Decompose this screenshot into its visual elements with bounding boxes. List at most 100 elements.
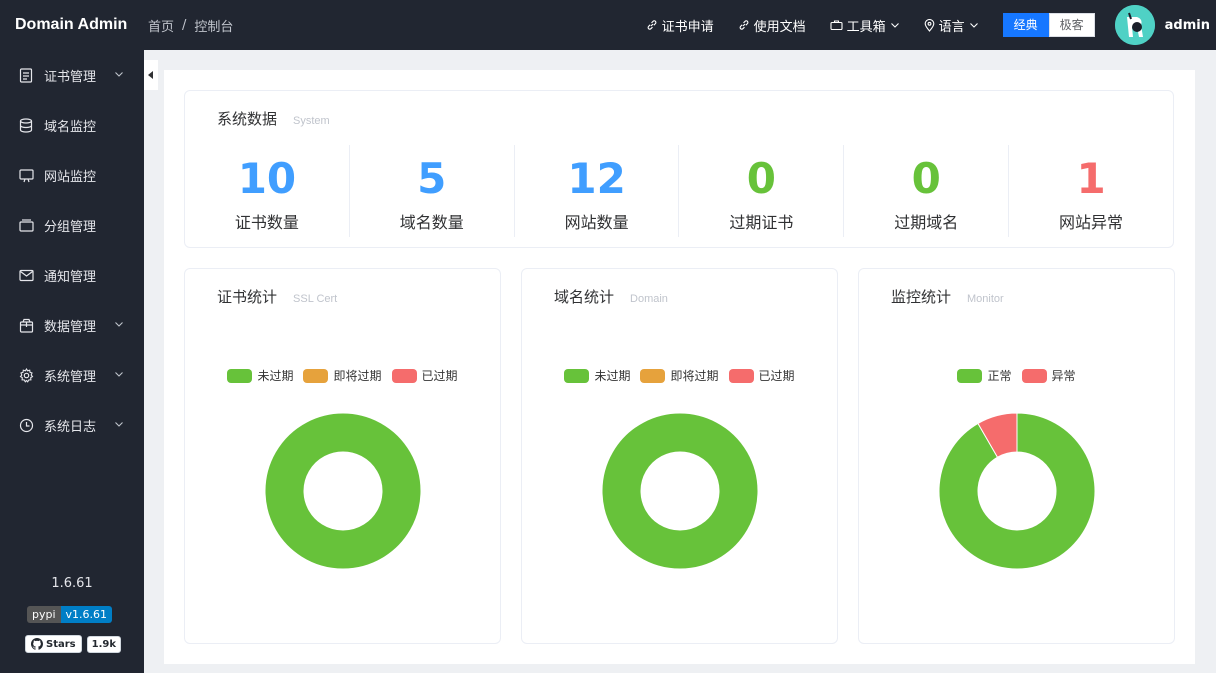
monitor-icon <box>18 167 34 183</box>
stat-label: 证书数量 <box>234 213 299 232</box>
document-icon <box>18 67 34 83</box>
sidebar-item-label: 通知管理 <box>44 269 97 285</box>
legend-item[interactable]: 异常 <box>1021 367 1076 384</box>
github-stars-badge[interactable]: Stars 1.9k <box>25 635 121 653</box>
legend-item[interactable]: 即将过期 <box>640 367 719 384</box>
pypi-badge-label: pypi <box>27 606 61 623</box>
legend-item[interactable]: 未过期 <box>564 367 630 384</box>
legend-label: 异常 <box>1051 369 1076 383</box>
legend-swatch <box>227 368 253 383</box>
domain-donut-chart <box>601 412 758 570</box>
stat-label: 网站异常 <box>1059 213 1124 232</box>
link-icon <box>647 20 656 30</box>
mail-icon <box>18 267 34 283</box>
sidebar: 证书管理 域名监控 网站监控 分组管理 通知管理 数据管理 系统管理 系统日志 … <box>0 50 144 673</box>
pypi-badge-version: v1.6.61 <box>60 606 113 623</box>
donut-slice-未过期[interactable] <box>264 412 421 570</box>
nav-toolbox[interactable]: 工具箱 <box>830 16 900 35</box>
sidebar-item-notify[interactable]: 通知管理 <box>0 250 144 300</box>
chart-legend: 正常 异常 <box>859 367 1174 384</box>
stat-value: 12 <box>567 154 626 203</box>
legend-label: 正常 <box>987 369 1012 383</box>
sidebar-item-system[interactable]: 系统管理 <box>0 350 144 400</box>
sidebar-item-label: 系统日志 <box>44 419 97 435</box>
clock-icon <box>18 417 34 433</box>
nav-cert-apply[interactable]: 证书申请 <box>646 16 714 35</box>
username[interactable]: admin <box>1165 18 1210 33</box>
breadcrumb: 首页 / 控制台 <box>148 16 233 35</box>
legend-item[interactable]: 即将过期 <box>303 367 382 384</box>
breadcrumb-current: 控制台 <box>194 19 234 35</box>
app-version: 1.6.61 <box>51 576 93 591</box>
theme-geek-button[interactable]: 极客 <box>1048 13 1095 37</box>
stat-label: 过期域名 <box>894 213 959 232</box>
stat-label: 过期证书 <box>729 213 794 232</box>
nav-label: 证书申请 <box>661 19 714 35</box>
sidebar-item-site-monitor[interactable]: 网站监控 <box>0 150 144 200</box>
stat-value: 0 <box>911 154 941 203</box>
card-header: 监控统计 Monitor <box>891 286 1004 307</box>
chevron-down-icon <box>890 23 899 28</box>
nav-label: 使用文档 <box>753 19 806 35</box>
avatar[interactable] <box>1114 5 1155 45</box>
breadcrumb-separator: / <box>182 17 187 33</box>
sidebar-item-domain-monitor[interactable]: 域名监控 <box>0 100 144 150</box>
stat-label: 网站数量 <box>564 213 629 232</box>
donut-slice-未过期[interactable] <box>601 412 758 570</box>
avatar-image-icon <box>1114 5 1155 45</box>
stats-row: 10 证书数量 5 域名数量 12 网站数量 0 过期证书 0 过期域名 1 网站异常 <box>185 145 1173 237</box>
sidebar-item-label: 系统管理 <box>44 369 97 385</box>
stat-label: 域名数量 <box>399 213 464 232</box>
header-right: 证书申请 使用文档 工具箱 语言 经典 极客 admin <box>646 0 1216 50</box>
stat-item: 12 网站数量 <box>515 145 680 237</box>
sidebar-item-data[interactable]: 数据管理 <box>0 300 144 350</box>
stat-item: 0 过期域名 <box>844 145 1010 237</box>
chevron-down-icon <box>969 23 978 28</box>
sidebar-item-logs[interactable]: 系统日志 <box>0 400 144 450</box>
card-header: 系统数据 System <box>217 108 330 129</box>
sidebar-item-group[interactable]: 分组管理 <box>0 200 144 250</box>
chevron-down-icon <box>115 372 123 377</box>
sidebar-item-cert[interactable]: 证书管理 <box>0 50 144 100</box>
theme-classic-button[interactable]: 经典 <box>1002 13 1049 37</box>
sidebar-item-label: 证书管理 <box>44 69 97 85</box>
stat-item: 0 过期证书 <box>679 145 845 237</box>
nav-language[interactable]: 语言 <box>924 16 979 35</box>
card-subtitle: SSL Cert <box>293 293 338 305</box>
stat-value: 10 <box>237 154 297 203</box>
legend-swatch <box>564 368 590 383</box>
legend-swatch <box>640 368 666 383</box>
legend-item[interactable]: 未过期 <box>227 367 293 384</box>
ssl-stats-card: 证书统计 SSL Cert 未过期 即将过期 已过期 <box>184 268 501 644</box>
stat-value: 0 <box>746 154 777 203</box>
github-star-button[interactable]: Stars <box>25 635 82 653</box>
stat-item: 1 网站异常 <box>1009 145 1173 237</box>
card-header: 证书统计 SSL Cert <box>217 286 337 307</box>
sidebar-item-label: 分组管理 <box>44 219 97 235</box>
legend-item[interactable]: 已过期 <box>391 367 458 384</box>
legend-swatch <box>303 368 329 383</box>
legend-label: 已过期 <box>758 369 795 383</box>
chevron-down-icon <box>115 322 123 327</box>
card-title: 系统数据 <box>217 110 278 128</box>
legend-swatch <box>957 368 983 383</box>
card-header: 域名统计 Domain <box>554 286 668 307</box>
stat-value: 1 <box>1076 154 1106 203</box>
breadcrumb-home[interactable]: 首页 <box>148 16 174 35</box>
app-logo[interactable]: Domain Admin <box>0 16 144 34</box>
sidebar-collapse-button[interactable] <box>144 60 158 90</box>
system-data-card: 系统数据 System 10 证书数量 5 域名数量 12 网站数量 0 过期证书 0 过期域名 1… <box>184 90 1174 248</box>
stat-item: 5 域名数量 <box>350 145 515 237</box>
card-subtitle: Domain <box>630 293 668 305</box>
group-icon <box>18 217 34 233</box>
caret-left-icon <box>148 71 153 79</box>
pypi-badge[interactable]: pypi v1.6.61 <box>27 606 113 623</box>
monitor-donut-chart <box>938 412 1095 570</box>
stat-item: 10 证书数量 <box>185 145 350 237</box>
nav-docs[interactable]: 使用文档 <box>738 16 806 35</box>
legend-item[interactable]: 正常 <box>957 367 1012 384</box>
legend-item[interactable]: 已过期 <box>728 367 795 384</box>
card-title: 监控统计 <box>891 288 952 306</box>
gear-icon <box>18 367 34 383</box>
link-icon <box>739 20 748 30</box>
